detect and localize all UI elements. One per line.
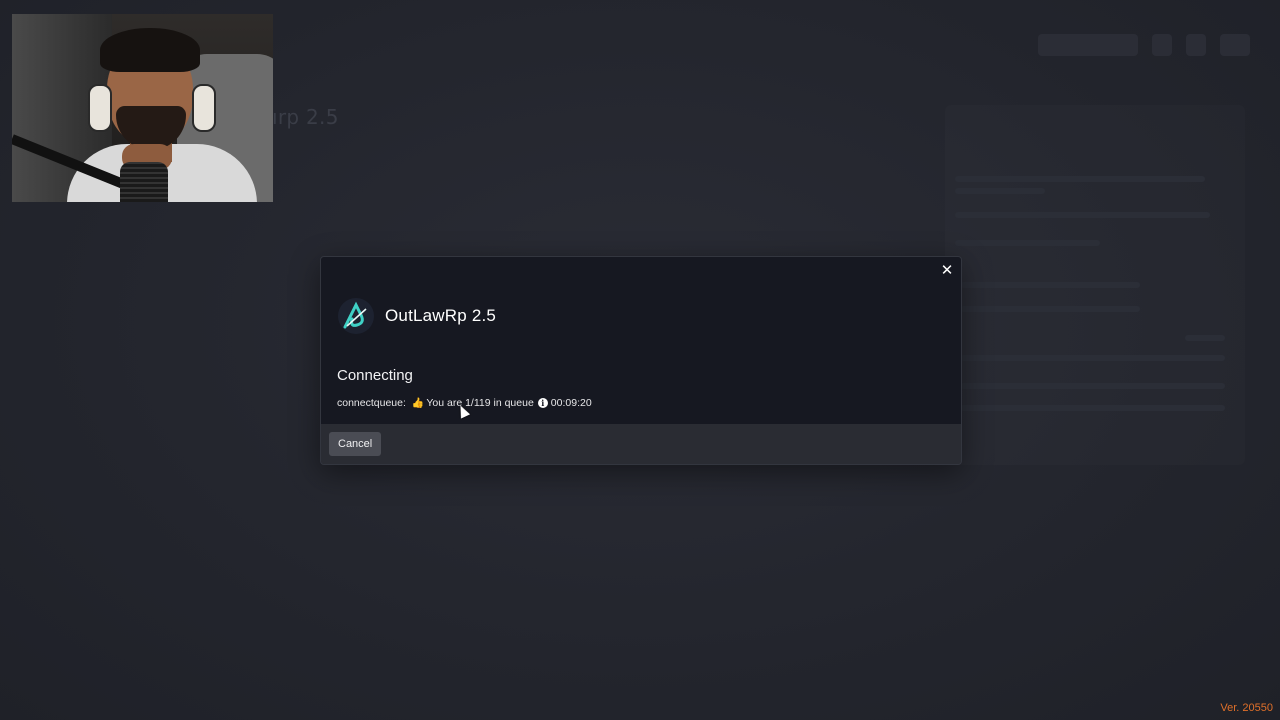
background-line <box>960 306 1140 312</box>
queue-message: You are 1/119 in queue <box>426 397 534 409</box>
cancel-button[interactable]: Cancel <box>329 432 382 456</box>
background-line <box>955 188 1045 194</box>
background-topbar-pill <box>1220 34 1250 56</box>
webcam-overlay <box>12 14 273 202</box>
headphones-icon <box>88 84 112 132</box>
info-icon: i <box>537 398 548 408</box>
status-title: Connecting <box>337 367 413 384</box>
thumbs-up-icon: 👍 <box>411 397 425 409</box>
background-line <box>960 383 1225 389</box>
background-server-title: ırp 2.5 <box>272 105 339 129</box>
microphone-icon <box>120 162 168 202</box>
headphones-icon <box>192 84 216 132</box>
background-topbar-pill <box>1038 34 1138 56</box>
dialog-body: ✕ OutLawRp 2.5 Connecting connectqueue: … <box>321 257 961 424</box>
close-icon[interactable]: ✕ <box>939 262 955 278</box>
background-line <box>960 282 1140 288</box>
background-line <box>960 355 1225 361</box>
server-name: OutLawRp 2.5 <box>385 306 497 325</box>
app-stage: ırp 2.5 ✕ OutLawRp 2.5 Connecting connec… <box>0 0 1280 720</box>
background-line <box>955 240 1100 246</box>
background-topbar-pill <box>1186 34 1206 56</box>
background-line <box>960 405 1225 411</box>
background-topbar-pill <box>1152 34 1172 56</box>
dialog-footer: Cancel <box>321 424 961 464</box>
background-topbar <box>1038 34 1250 56</box>
background-line <box>955 176 1205 182</box>
server-header: OutLawRp 2.5 <box>337 297 496 335</box>
connecting-dialog: ✕ OutLawRp 2.5 Connecting connectqueue: … <box>320 256 962 465</box>
background-line <box>955 212 1210 218</box>
queue-timer: 00:09:20 <box>550 397 592 409</box>
webcam-person-hair <box>100 28 200 72</box>
background-line <box>1185 335 1225 341</box>
version-label: Ver. 20550 <box>1220 702 1273 714</box>
server-logo-icon <box>337 297 375 335</box>
queue-prefix: connectqueue: <box>337 397 406 409</box>
